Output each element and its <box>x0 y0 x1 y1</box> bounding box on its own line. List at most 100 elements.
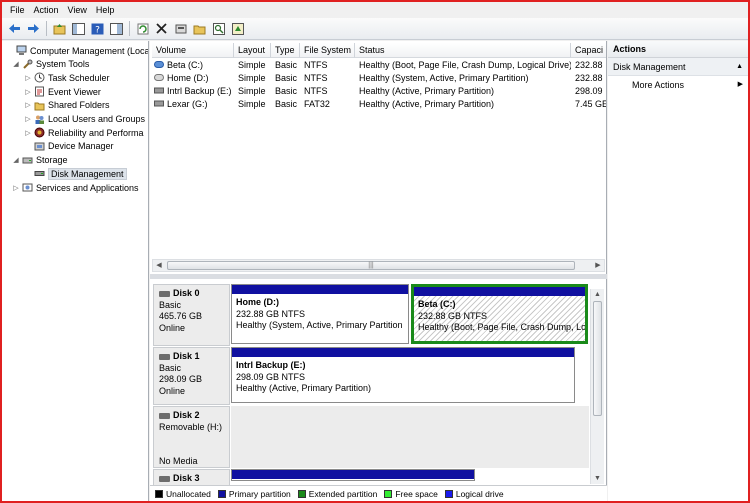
partition-details: Intrl Backup (E:) 298.09 GB NTFS Healthy (… <box>232 357 574 402</box>
scroll-thumb[interactable] <box>593 301 602 416</box>
tree-item-local-users-and-groups[interactable]: ▷ Local Users and Groups <box>23 113 145 126</box>
help-icon[interactable]: ? <box>89 20 106 37</box>
properties-icon[interactable] <box>108 20 125 37</box>
partition-block[interactable] <box>231 469 475 481</box>
partition-block[interactable]: Intrl Backup (E:) 298.09 GB NTFS Healthy (… <box>231 347 575 403</box>
legend-swatch <box>297 489 306 498</box>
tree-item-system-tools[interactable]: ◢ System Tools <box>11 58 89 71</box>
disk-label-2[interactable]: Disk 2 Removable (H:) No Media <box>153 406 230 468</box>
refresh-icon[interactable] <box>134 20 151 37</box>
disk-info-line3: Online <box>159 385 186 396</box>
volume-icon <box>154 72 166 85</box>
column-header-status[interactable]: Status <box>355 43 571 58</box>
search-icon[interactable] <box>210 20 227 37</box>
menu-action[interactable]: Action <box>32 5 66 15</box>
tree-item-label: Shared Folders <box>48 100 110 111</box>
tree-item-computer-management-local[interactable]: Computer Management (Local <box>5 44 148 57</box>
collapse-up-icon[interactable]: ▲ <box>736 58 743 76</box>
menu-view[interactable]: View <box>66 5 94 15</box>
cell-capacity: 232.88 <box>575 60 603 70</box>
collapsed-arrow-icon[interactable]: ▷ <box>23 88 33 96</box>
menu-help[interactable]: Help <box>94 5 122 15</box>
partition-color-bar <box>414 287 585 296</box>
partition-block[interactable]: Beta (C:) 232.88 GB NTFS Healthy (Boot, Pa… <box>411 284 588 344</box>
tree-item-device-manager[interactable]: Device Manager <box>23 140 114 153</box>
table-row[interactable]: Intrl Backup (E:) Simple Basic NTFS Healthy … <box>150 85 606 98</box>
cell-status: Healthy (Boot, Page File, Crash Dump, Lo… <box>359 60 571 70</box>
svg-text:?: ? <box>95 25 100 35</box>
partition-color-bar <box>232 470 474 479</box>
collapsed-arrow-icon[interactable]: ▷ <box>23 129 33 137</box>
tree-item-task-scheduler[interactable]: ▷ Task Scheduler <box>23 71 110 84</box>
scroll-left-arrow-icon[interactable]: ◀ <box>153 260 165 271</box>
back-arrow-icon[interactable] <box>6 20 23 37</box>
collapsed-arrow-icon[interactable]: ▷ <box>23 101 33 109</box>
partition-block[interactable]: Home (D:) 232.88 GB NTFS Healthy (System, … <box>231 284 409 344</box>
tree-item-shared-folders[interactable]: ▷ Shared Folders <box>23 99 110 112</box>
tree-item-services-and-applications[interactable]: ▷ Services and Applications <box>11 181 139 194</box>
tree-item-reliability-and-performa[interactable]: ▷ Reliability and Performa <box>23 126 144 139</box>
partition-status: Healthy (System, Active, Primary Partiti… <box>236 320 403 330</box>
more-actions-item[interactable]: More Actions ▶ <box>608 76 748 94</box>
volume-list: Volume Layout Type File System Status Capaci … <box>150 41 607 274</box>
tree-item-label: Services and Applications <box>36 182 139 193</box>
cell-volume: Home (D:) <box>152 72 234 85</box>
collapsed-arrow-icon[interactable]: ▷ <box>11 184 21 192</box>
clock-icon <box>33 72 45 83</box>
expanded-arrow-icon[interactable]: ◢ <box>11 60 21 68</box>
column-header-file-system[interactable]: File System <box>300 43 355 58</box>
collapsed-arrow-icon[interactable]: ▷ <box>23 115 33 123</box>
table-row[interactable]: Beta (C:) Simple Basic NTFS Healthy (Boot, P… <box>150 59 606 72</box>
device-icon <box>33 141 45 152</box>
cell-status: Healthy (System, Active, Primary Partiti… <box>359 73 529 83</box>
disk-name: Disk 1 <box>159 351 224 363</box>
cell-layout: Simple <box>238 86 266 96</box>
cell-type: Basic <box>275 73 298 83</box>
forward-arrow-icon[interactable] <box>25 20 42 37</box>
disk-info-line1: Removable (H:) <box>159 421 223 432</box>
volume-name: Lexar (G:) <box>167 99 208 109</box>
table-row[interactable]: Home (D:) Simple Basic NTFS Healthy (System,… <box>150 72 606 85</box>
tree-item-event-viewer[interactable]: ▷ Event Viewer <box>23 85 101 98</box>
disk-name: Disk 3 <box>159 473 224 485</box>
disk-label-0[interactable]: Disk 0 Basic 465.76 GB Online <box>153 284 230 346</box>
rescan-icon[interactable] <box>229 20 246 37</box>
show-hide-tree-icon[interactable] <box>70 20 87 37</box>
collapsed-arrow-icon[interactable]: ▷ <box>23 74 33 82</box>
scroll-right-arrow-icon[interactable]: ▶ <box>592 260 604 271</box>
actions-title: Actions <box>608 41 748 58</box>
vertical-scrollbar[interactable]: ▲ ▼ <box>590 289 604 484</box>
disk-label-1[interactable]: Disk 1 Basic 298.09 GB Online <box>153 347 230 405</box>
actions-pane: Actions Disk Management ▲ More Actions ▶ <box>608 41 748 501</box>
disk-name: Disk 0 <box>159 288 224 300</box>
actions-section-label: Disk Management <box>613 62 686 72</box>
disk-icon <box>33 168 45 179</box>
event-log-icon <box>33 86 45 97</box>
scroll-down-arrow-icon[interactable]: ▼ <box>591 473 604 484</box>
open-folder-icon[interactable] <box>191 20 208 37</box>
menu-file[interactable]: File <box>8 5 32 15</box>
scroll-up-arrow-icon[interactable]: ▲ <box>591 289 604 300</box>
column-header-type[interactable]: Type <box>271 43 300 58</box>
disk-label-3[interactable]: Disk 3 <box>153 469 230 485</box>
legend-swatch <box>444 489 453 498</box>
up-folder-icon[interactable] <box>51 20 68 37</box>
column-header-capaci[interactable]: Capaci <box>571 43 606 58</box>
cell-fs: NTFS <box>304 60 328 70</box>
legend-item: Primary partition <box>217 489 291 499</box>
column-header-layout[interactable]: Layout <box>234 43 271 58</box>
tree-item-disk-management[interactable]: Disk Management <box>23 167 127 180</box>
tree-item-storage[interactable]: ◢ Storage <box>11 154 67 167</box>
legend-item: Free space <box>384 489 438 499</box>
settings-icon[interactable] <box>172 20 189 37</box>
partition-title: Intrl Backup (E:) <box>236 360 306 370</box>
column-header-volume[interactable]: Volume <box>152 43 234 58</box>
delete-icon[interactable] <box>153 20 170 37</box>
expanded-arrow-icon[interactable]: ◢ <box>11 156 21 164</box>
actions-section-disk-management[interactable]: Disk Management ▲ <box>608 58 748 76</box>
legend-label: Extended partition <box>308 488 378 499</box>
horizontal-scrollbar[interactable]: ◀ ||| ▶ <box>152 259 605 272</box>
scroll-thumb[interactable]: ||| <box>167 261 575 270</box>
cell-type: Basic <box>275 99 298 109</box>
table-row[interactable]: Lexar (G:) Simple Basic FAT32 Healthy (Activ… <box>150 98 606 111</box>
